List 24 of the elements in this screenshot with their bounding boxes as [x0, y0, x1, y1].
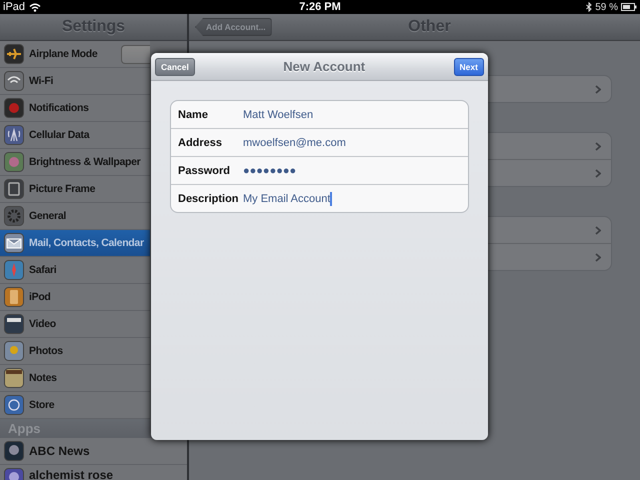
field-label: Password — [178, 164, 231, 176]
settings-label: General — [29, 210, 66, 222]
settings-label: Wi-Fi — [29, 75, 54, 87]
settings-label: Video — [29, 318, 56, 330]
settings-label: ABC News — [29, 444, 90, 458]
settings-label: Store — [29, 399, 54, 411]
settings-label: Airplane Mode — [29, 48, 98, 60]
field-label: Description — [178, 192, 240, 204]
battery-percent: 59 % — [595, 2, 618, 12]
settings-label: Mail, Contacts, Calendar — [29, 237, 144, 249]
settings-label: Safari — [29, 264, 56, 276]
settings-label: alchemist rose — [29, 468, 114, 480]
settings-label: iPod — [29, 291, 51, 303]
device-name: iPad — [3, 1, 26, 13]
field-label: Name — [178, 108, 209, 120]
settings-label: Brightness & Wallpaper — [29, 156, 140, 168]
settings-label: Picture Frame — [29, 183, 96, 195]
clock: 7:26 PM — [298, 1, 342, 13]
field-label: Address — [178, 136, 224, 148]
settings-label: Notes — [29, 372, 57, 384]
dialog-title: New Account — [283, 59, 366, 74]
settings-label: Notifications — [29, 102, 89, 114]
settings-label: Cellular Data — [29, 129, 90, 141]
settings-label: Photos — [29, 345, 63, 357]
